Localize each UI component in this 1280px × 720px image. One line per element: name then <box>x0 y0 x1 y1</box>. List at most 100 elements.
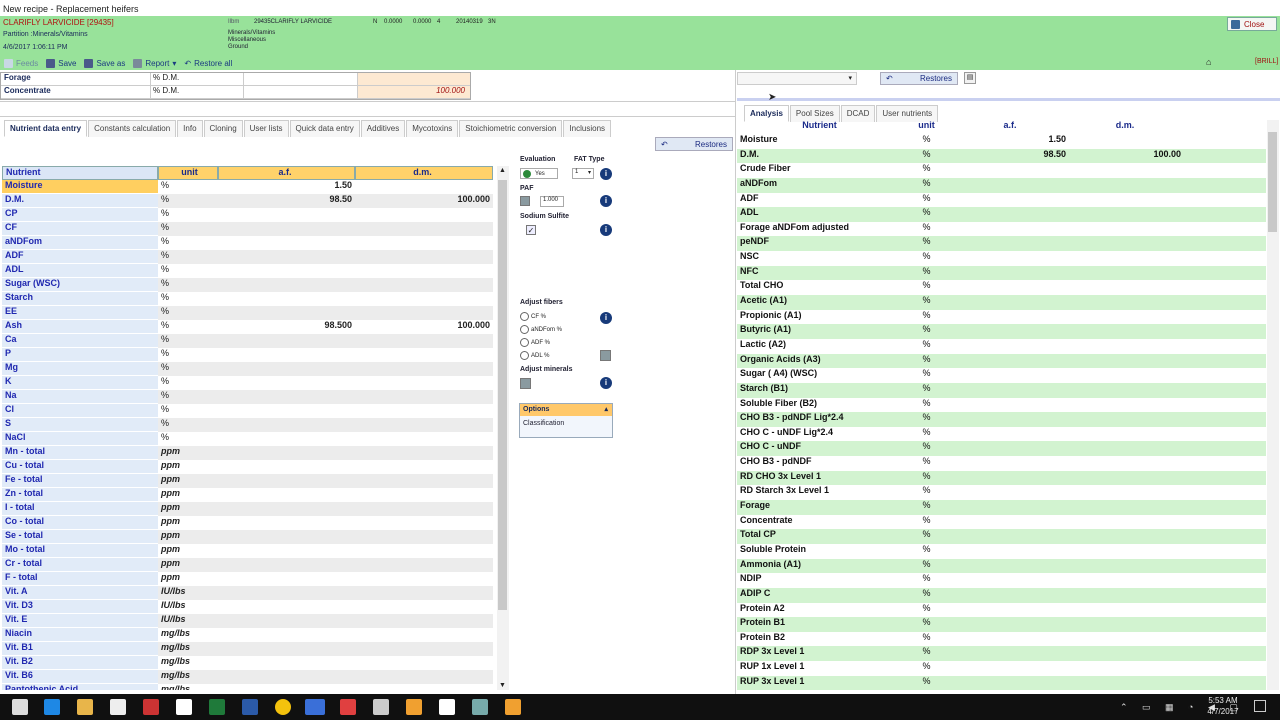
chrome-icon[interactable] <box>275 699 291 715</box>
tab-quick-data-entry[interactable]: Quick data entry <box>289 120 360 137</box>
table-row[interactable]: Co - total ppm <box>2 516 493 530</box>
nutrient-dm[interactable] <box>355 432 493 446</box>
table-row[interactable]: Lactic (A2)% <box>737 339 1266 354</box>
nutrient-af[interactable] <box>218 670 355 684</box>
table-row[interactable]: Mn - total ppm <box>2 446 493 460</box>
nutrient-dm[interactable] <box>355 684 493 690</box>
tab-user-lists[interactable]: User lists <box>243 120 289 137</box>
nutrient-dm[interactable] <box>355 348 493 362</box>
nutrient-af[interactable] <box>218 572 355 586</box>
table-row[interactable]: Protein B1% <box>737 617 1266 632</box>
tab-stoichiometric-conversion[interactable]: Stoichiometric conversion <box>459 120 563 137</box>
nutrient-dm[interactable] <box>355 656 493 670</box>
table-row[interactable]: Ca% <box>2 334 493 348</box>
table-row[interactable]: Moisture% 1.50 <box>737 134 1266 149</box>
nutrient-dm[interactable] <box>355 530 493 544</box>
col-dm[interactable]: d.m. <box>1069 120 1184 134</box>
table-row[interactable]: ADIP C% <box>737 587 1266 603</box>
nutrient-dm[interactable] <box>355 516 493 530</box>
nutrient-af[interactable] <box>218 278 355 292</box>
nutrient-dm[interactable] <box>355 292 493 306</box>
feeds-button[interactable]: Feeds <box>4 58 38 68</box>
nutrient-af[interactable] <box>218 222 355 236</box>
table-row[interactable]: Vit. B2 mg/lbs <box>2 656 493 670</box>
nutrient-af[interactable] <box>218 208 355 222</box>
fiber-option-adl[interactable]: ADL % <box>520 351 549 360</box>
nutrient-dm[interactable] <box>355 474 493 488</box>
table-row[interactable]: Ammonia (A1)% <box>737 558 1266 574</box>
nutrient-af[interactable] <box>218 488 355 502</box>
nutrient-dm[interactable] <box>355 376 493 390</box>
nutrient-af[interactable] <box>218 586 355 600</box>
table-row[interactable]: RDP 3x Level 1% <box>737 646 1266 662</box>
adjust-minerals-checkbox[interactable] <box>520 378 531 389</box>
table-row[interactable]: peNDF% <box>737 236 1266 252</box>
tab-additives[interactable]: Additives <box>360 120 406 137</box>
nutrient-dm[interactable] <box>355 418 493 432</box>
table-row[interactable]: Mg% <box>2 362 493 376</box>
sodium-sulfite-checkbox[interactable]: ✓ <box>526 225 536 235</box>
nutrient-dm[interactable] <box>355 362 493 376</box>
nutrient-af[interactable]: 1.50 <box>218 180 355 194</box>
col-nutrient[interactable]: Nutrient <box>2 166 158 180</box>
nutrient-af[interactable] <box>218 642 355 656</box>
nutrient-dm[interactable] <box>355 502 493 516</box>
nutrient-af[interactable] <box>218 432 355 446</box>
table-row[interactable]: D.M.% 98.50 100.00 <box>737 148 1266 164</box>
nutrient-af[interactable] <box>218 558 355 572</box>
table-row[interactable]: Cl% <box>2 404 493 418</box>
col-af[interactable]: a.f. <box>218 166 355 180</box>
nutrient-af[interactable] <box>218 474 355 488</box>
table-row[interactable]: F - total ppm <box>2 572 493 586</box>
nutrient-af[interactable] <box>218 306 355 320</box>
table-row[interactable]: Concentrate% <box>737 515 1266 530</box>
table-row[interactable]: Moisture% 1.50 <box>2 180 493 194</box>
table-row[interactable]: Pantothenic Acid mg/lbs <box>2 684 493 690</box>
table-row[interactable]: Niacin mg/lbs <box>2 628 493 642</box>
table-row[interactable]: RD CHO 3x Level 1% <box>737 470 1266 486</box>
tab-mycotoxins[interactable]: Mycotoxins <box>406 120 459 137</box>
info-icon[interactable]: i <box>600 224 612 236</box>
table-row[interactable]: ADF% <box>2 250 493 264</box>
table-row[interactable]: CP% <box>2 208 493 222</box>
nutrient-dm[interactable] <box>355 544 493 558</box>
nutrient-dm[interactable] <box>355 600 493 614</box>
table-row[interactable]: D.M.% 98.50 100.000 <box>2 194 493 208</box>
taskbar-time[interactable]: 5:53 AM <box>1203 696 1243 705</box>
scroll-thumb[interactable] <box>498 180 507 610</box>
nutrient-dm[interactable] <box>355 488 493 502</box>
table-row[interactable]: NDIP% <box>737 573 1266 588</box>
col-unit[interactable]: unit <box>899 120 954 134</box>
table-row[interactable]: Cr - total ppm <box>2 558 493 572</box>
nutrient-af[interactable] <box>218 236 355 250</box>
table-row[interactable]: Sugar (WSC)% <box>2 278 493 292</box>
nutrient-dm[interactable] <box>355 278 493 292</box>
nutrient-af[interactable] <box>218 600 355 614</box>
nutrient-dm[interactable] <box>355 180 493 194</box>
tab-cloning[interactable]: Cloning <box>203 120 243 137</box>
fat-type-select[interactable]: 1 ▾ <box>572 168 594 179</box>
nutrient-dm[interactable] <box>355 208 493 222</box>
left-scrollbar[interactable]: ▲ ▼ <box>497 166 509 690</box>
excel-icon[interactable] <box>209 699 225 715</box>
nutrient-dm[interactable] <box>355 460 493 474</box>
table-row[interactable]: Sugar ( A4) (WSC)% <box>737 368 1266 383</box>
info-icon[interactable]: i <box>600 195 612 207</box>
table-row[interactable]: Vit. B1 mg/lbs <box>2 642 493 656</box>
nutrient-dm[interactable] <box>355 404 493 418</box>
table-row[interactable]: RUP 3x Level 1% <box>737 675 1266 690</box>
table-row[interactable]: Mo - total ppm <box>2 544 493 558</box>
paf-checkbox[interactable] <box>520 196 530 206</box>
forage-value[interactable] <box>358 73 470 85</box>
nutrient-af[interactable] <box>218 502 355 516</box>
table-row[interactable]: Total CP% <box>737 529 1266 544</box>
nutrient-dm[interactable] <box>355 236 493 250</box>
nutrient-af[interactable] <box>218 292 355 306</box>
table-row[interactable]: Vit. A IU/lbs <box>2 586 493 600</box>
table-row[interactable]: Acetic (A1)% <box>737 295 1266 310</box>
nutrient-af[interactable] <box>218 516 355 530</box>
nutrient-af[interactable] <box>218 544 355 558</box>
nutrient-dm[interactable] <box>355 586 493 600</box>
table-row[interactable]: CF% <box>2 222 493 236</box>
active-app-icon[interactable] <box>305 699 325 715</box>
